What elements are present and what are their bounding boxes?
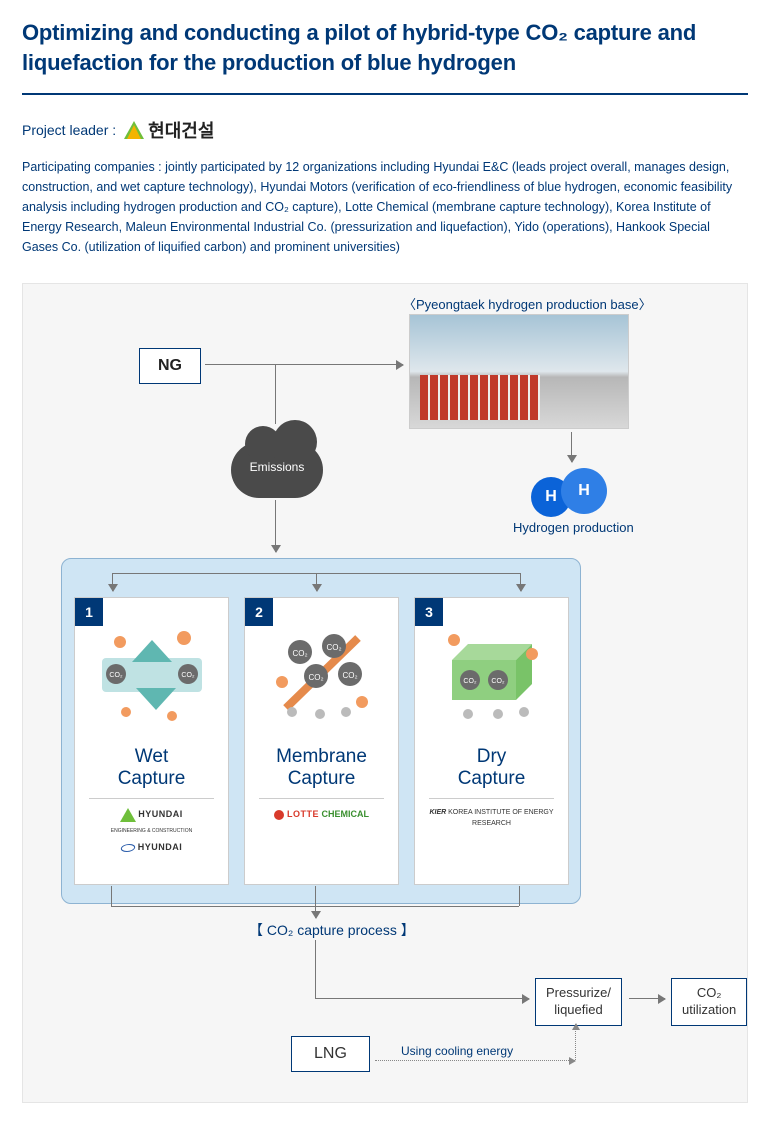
facility-caption: 〈Pyeongtaek hydrogen production base〉 [403, 294, 652, 313]
card-wet-capture: 1 CO₂ CO₂ Wet Capture HYUNDAIENGINE [74, 597, 229, 885]
arrow-ng-to-facility [205, 364, 403, 365]
h2-label: Hydrogen production [513, 520, 634, 535]
ng-box: NG [139, 348, 201, 384]
svg-text:CO₂: CO₂ [491, 678, 505, 685]
card-title-2: Membrane Capture [245, 742, 398, 798]
lng-dotted-h [375, 1060, 575, 1061]
card-num-3: 3 [415, 598, 443, 626]
project-leader-label: Project leader : [22, 122, 116, 138]
process-diagram: 〈Pyeongtaek hydrogen production base〉 NG… [22, 283, 748, 1103]
hyundai-ec-logo-text: 현대건설 [148, 117, 214, 143]
cooling-energy-label: Using cooling energy [401, 1044, 513, 1058]
press-to-co2u [629, 998, 665, 999]
dist-to-c2 [316, 573, 317, 591]
card-logos-3: KIER KOREA INSTITUTE OF ENERGY RESEARCH [415, 807, 568, 829]
card-num-2: 2 [245, 598, 273, 626]
project-leader-row: Project leader : 현대건설 [22, 117, 748, 143]
merge-down [315, 906, 316, 918]
merge-v1 [111, 886, 112, 906]
page-title: Optimizing and conducting a pilot of hyb… [22, 18, 748, 77]
wet-capture-icon: CO₂ CO₂ [81, 608, 222, 738]
h2-molecule-icon: HH [531, 468, 607, 517]
arrow-cloud-to-panel [275, 500, 276, 552]
facility-image [409, 314, 629, 429]
to-press-h [315, 998, 529, 999]
arrow-facility-to-h2 [571, 432, 572, 462]
svg-text:CO₂: CO₂ [181, 672, 195, 679]
svg-text:CO₂: CO₂ [326, 643, 341, 652]
dist-to-c1 [112, 573, 113, 591]
card-title-3: Dry Capture [415, 742, 568, 798]
lng-box: LNG [291, 1036, 370, 1072]
to-press-v [315, 940, 316, 998]
emissions-cloud: Emissions [231, 442, 323, 498]
emissions-label: Emissions [231, 460, 323, 474]
card-logos-1: HYUNDAIENGINEERING & CONSTRUCTION HYUNDA… [75, 807, 228, 854]
svg-text:CO₂: CO₂ [292, 649, 307, 658]
merge-v2 [315, 886, 316, 906]
card-num-1: 1 [75, 598, 103, 626]
merge-v3 [519, 886, 520, 906]
card-title-1: Wet Capture [75, 742, 228, 798]
svg-text:CO₂: CO₂ [342, 671, 357, 680]
card-membrane-capture: 2 CO₂ CO₂ CO₂ CO₂ Membrane Capture LO [244, 597, 399, 885]
participants-text: Participating companies : jointly partic… [22, 157, 748, 257]
h2-atom-b: H [561, 468, 607, 514]
divider [22, 93, 748, 95]
line-ng-down [275, 364, 276, 424]
card-dry-capture: 3 CO₂ CO₂ Dry Capture [414, 597, 569, 885]
svg-text:CO₂: CO₂ [308, 673, 323, 682]
capture-caption: 【 CO₂ capture process 】 [249, 920, 415, 940]
dry-capture-icon: CO₂ CO₂ [421, 608, 562, 738]
pressurize-box: Pressurize/ liquefied [535, 978, 622, 1026]
dist-to-c3 [520, 573, 521, 591]
svg-text:CO₂: CO₂ [109, 672, 123, 679]
hyundai-ec-logo: 현대건설 [124, 117, 214, 143]
co2-utilization-box: CO₂ utilization [671, 978, 747, 1026]
svg-text:CO₂: CO₂ [463, 678, 477, 685]
lng-dotted-v [575, 1024, 576, 1060]
capture-panel: 1 CO₂ CO₂ Wet Capture HYUNDAIENGINE [61, 558, 581, 904]
membrane-capture-icon: CO₂ CO₂ CO₂ CO₂ [251, 608, 392, 738]
card-logos-2: LOTTE CHEMICAL [245, 807, 398, 821]
